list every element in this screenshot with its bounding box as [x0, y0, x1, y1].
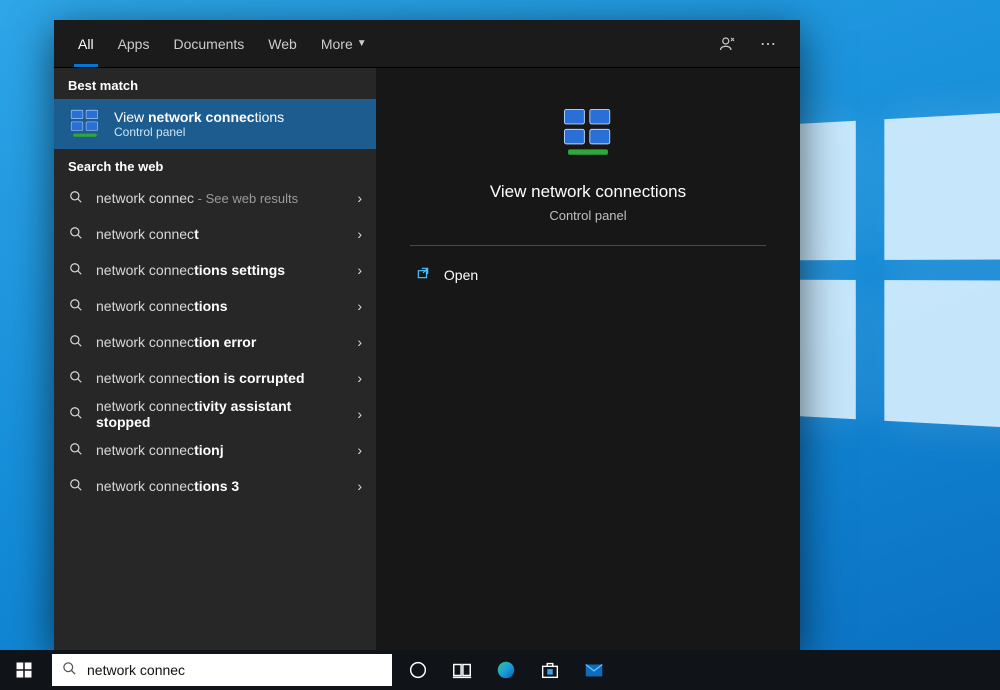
chevron-right-icon: ›	[357, 442, 362, 458]
search-filter-tabs: All Apps Documents Web More ▼ ⋯	[54, 20, 800, 68]
search-icon	[68, 370, 84, 387]
web-result-row[interactable]: network connection is corrupted ›	[54, 360, 376, 396]
web-result-text: network connections	[96, 298, 345, 314]
chevron-right-icon: ›	[357, 226, 362, 242]
search-icon	[68, 406, 84, 423]
chevron-down-icon: ▼	[357, 38, 367, 49]
tab-more[interactable]: More ▼	[311, 20, 377, 67]
mail-icon[interactable]	[572, 650, 616, 690]
web-result-row[interactable]: network connection error ›	[54, 324, 376, 360]
search-icon	[62, 661, 77, 679]
chevron-right-icon: ›	[357, 478, 362, 494]
best-match-result[interactable]: View network connections Control panel	[54, 99, 376, 149]
results-list: Best match View network connections	[54, 68, 376, 650]
web-result-row[interactable]: network connections ›	[54, 288, 376, 324]
open-icon	[416, 266, 430, 283]
web-result-text: network connectionj	[96, 442, 345, 458]
web-result-text: network connections 3	[96, 478, 345, 494]
cortana-icon[interactable]	[396, 650, 440, 690]
chevron-right-icon: ›	[357, 370, 362, 386]
section-search-web: Search the web	[54, 149, 376, 180]
tab-apps[interactable]: Apps	[108, 20, 160, 67]
section-best-match: Best match	[54, 68, 376, 99]
search-icon	[68, 442, 84, 459]
search-icon	[68, 478, 84, 495]
open-label: Open	[444, 267, 478, 283]
start-search-panel: All Apps Documents Web More ▼ ⋯ Best mat…	[54, 20, 800, 650]
web-result-text: network connectivity assistant stopped	[96, 398, 345, 430]
search-icon	[68, 298, 84, 315]
more-options-icon[interactable]: ⋯	[750, 26, 786, 62]
web-result-row[interactable]: network connect ›	[54, 216, 376, 252]
tab-web[interactable]: Web	[258, 20, 307, 67]
divider	[410, 245, 766, 246]
tab-documents[interactable]: Documents	[163, 20, 254, 67]
taskbar-search-box[interactable]	[52, 654, 392, 686]
tab-all[interactable]: All	[68, 20, 104, 67]
web-result-row[interactable]: network connectionj ›	[54, 432, 376, 468]
start-button[interactable]	[0, 650, 48, 690]
taskbar	[0, 650, 1000, 690]
chevron-right-icon: ›	[357, 262, 362, 278]
preview-title: View network connections	[490, 182, 686, 202]
search-icon	[68, 190, 84, 207]
tab-more-label: More	[321, 36, 353, 52]
web-result-text: network connection error	[96, 334, 345, 350]
best-match-title: View network connections	[114, 109, 284, 125]
search-icon	[68, 334, 84, 351]
search-input[interactable]	[87, 662, 382, 678]
search-icon	[68, 262, 84, 279]
preview-subtitle: Control panel	[549, 208, 626, 223]
best-match-subtitle: Control panel	[114, 125, 284, 139]
web-result-text: network connection is corrupted	[96, 370, 345, 386]
web-result-row[interactable]: network connections 3 ›	[54, 468, 376, 504]
chevron-right-icon: ›	[357, 406, 362, 422]
result-preview-pane: View network connections Control panel O…	[376, 68, 800, 650]
web-result-row[interactable]: network connec - See web results ›	[54, 180, 376, 216]
chevron-right-icon: ›	[357, 298, 362, 314]
edge-icon[interactable]	[484, 650, 528, 690]
network-connections-icon	[68, 107, 102, 141]
web-result-text: network connec - See web results	[96, 190, 345, 206]
feedback-icon[interactable]	[710, 26, 746, 62]
search-icon	[68, 226, 84, 243]
chevron-right-icon: ›	[357, 190, 362, 206]
web-result-row[interactable]: network connections settings ›	[54, 252, 376, 288]
web-result-text: network connect	[96, 226, 345, 242]
preview-network-connections-icon	[553, 98, 623, 168]
open-action[interactable]: Open	[410, 256, 766, 293]
web-result-text: network connections settings	[96, 262, 345, 278]
chevron-right-icon: ›	[357, 334, 362, 350]
store-icon[interactable]	[528, 650, 572, 690]
web-result-row[interactable]: network connectivity assistant stopped ›	[54, 396, 376, 432]
task-view-icon[interactable]	[440, 650, 484, 690]
